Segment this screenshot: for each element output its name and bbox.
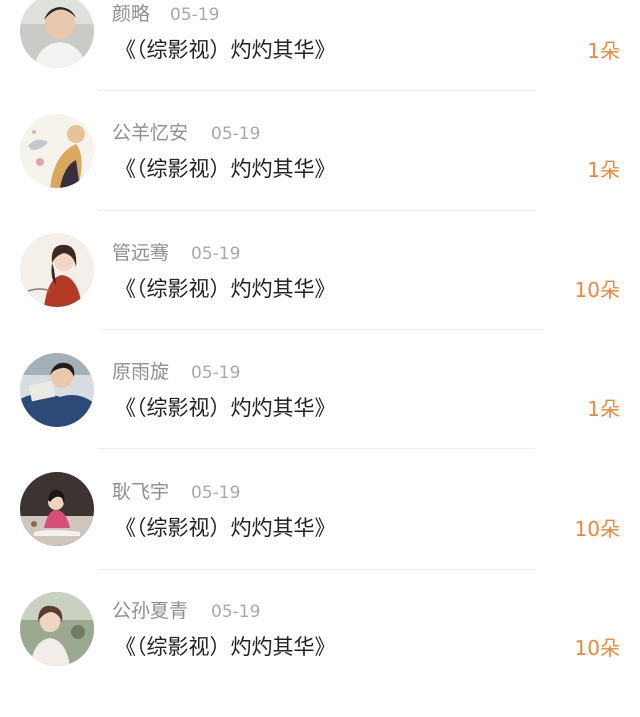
avatar[interactable] bbox=[20, 233, 94, 307]
gift-count: 1朵 bbox=[587, 39, 620, 63]
gift-message: 《（综影视）灼灼其华》 bbox=[115, 277, 336, 301]
avatar[interactable] bbox=[20, 592, 94, 666]
date: 05-19 bbox=[191, 483, 241, 503]
date: 05-19 bbox=[191, 363, 241, 383]
avatar-man-reading-icon bbox=[20, 353, 94, 427]
list-item[interactable]: 原雨旋 05-19 《（综影视）灼灼其华》 1朵 bbox=[0, 353, 640, 477]
gift-message: 《（综影视）灼灼其华》 bbox=[115, 635, 336, 659]
list-item[interactable]: 耿飞宇 05-19 《（综影视）灼灼其华》 10朵 bbox=[0, 472, 640, 597]
gift-count: 10朵 bbox=[574, 636, 620, 660]
divider bbox=[100, 329, 544, 330]
user-name[interactable]: 公孙夏青 bbox=[112, 599, 188, 623]
gift-message: 《（综影视）灼灼其华》 bbox=[115, 396, 336, 420]
user-name[interactable]: 原雨旋 bbox=[112, 360, 169, 384]
avatar-illustration-girl-icon bbox=[20, 233, 94, 307]
gift-message: 《（综影视）灼灼其华》 bbox=[115, 157, 336, 181]
avatar[interactable] bbox=[20, 472, 94, 546]
gift-count: 10朵 bbox=[574, 278, 620, 302]
divider bbox=[98, 448, 535, 449]
user-name[interactable]: 管远骞 bbox=[112, 241, 169, 265]
date: 05-19 bbox=[170, 5, 220, 25]
list-item[interactable]: 管远骞 05-19 《（综影视）灼灼其华》 10朵 bbox=[0, 233, 640, 358]
avatar[interactable] bbox=[20, 114, 94, 188]
date: 05-19 bbox=[191, 244, 241, 264]
avatar-illustration-bird-icon bbox=[20, 114, 94, 188]
list-item[interactable]: 公羊忆安 05-19 《（综影视）灼灼其华》 1朵 bbox=[0, 114, 640, 238]
gift-count: 1朵 bbox=[587, 397, 620, 421]
gift-count: 1朵 bbox=[587, 158, 620, 182]
gift-message: 《（综影视）灼灼其华》 bbox=[115, 516, 336, 540]
divider bbox=[98, 90, 535, 91]
date: 05-19 bbox=[211, 602, 261, 622]
avatar[interactable] bbox=[20, 0, 94, 68]
avatar-woman-outdoor-icon bbox=[20, 592, 94, 666]
list-item[interactable]: 公孙夏青 05-19 《（综影视）灼灼其华》 10朵 bbox=[0, 592, 640, 717]
user-name[interactable]: 公羊忆安 bbox=[112, 121, 188, 145]
user-name[interactable]: 颜略 bbox=[112, 2, 150, 26]
divider bbox=[98, 569, 535, 570]
gift-count: 10朵 bbox=[574, 517, 620, 541]
avatar[interactable] bbox=[20, 353, 94, 427]
user-name[interactable]: 耿飞宇 bbox=[112, 480, 169, 504]
gift-list: 颜略 05-19 《（综影视）灼灼其华》 1朵 公羊忆安 05-19 《（综影视… bbox=[0, 0, 640, 687]
date: 05-19 bbox=[211, 124, 261, 144]
list-item[interactable]: 颜略 05-19 《（综影视）灼灼其华》 1朵 bbox=[0, 0, 640, 119]
avatar-woman-sitting-icon bbox=[20, 472, 94, 546]
divider bbox=[98, 210, 535, 211]
avatar-man-portrait-icon bbox=[20, 0, 94, 68]
gift-message: 《（综影视）灼灼其华》 bbox=[115, 38, 336, 62]
